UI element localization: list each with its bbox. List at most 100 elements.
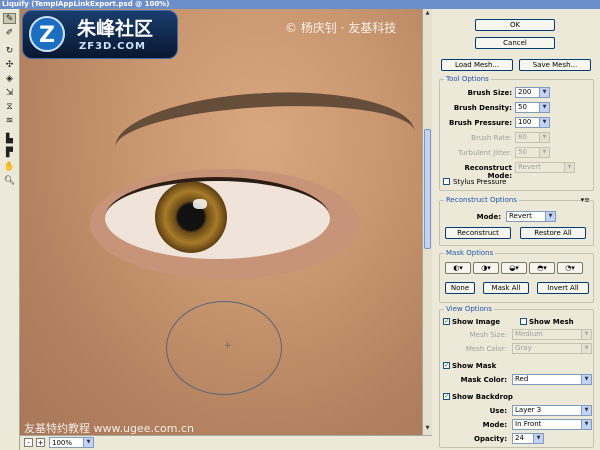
eye-highlight [193,199,207,209]
reconstruct-mode-select: Revert ▼ [515,162,575,173]
opacity-field[interactable]: 24 ▼ [512,433,544,444]
mask-options-section: Mask Options ◐▾ ◑▾ ◒▾ ◓▾ ◔▾ None Mask Al… [439,249,594,303]
brush-density-value: 50 [518,103,527,111]
bloat-icon[interactable]: ◈ [3,73,16,84]
freeze-mask-icon[interactable]: ▙ [3,133,16,144]
vertical-scrollbar[interactable]: ▲ ▼ [422,9,432,435]
window-title: Liquify (TempIAppLinkExport.psd @ 100%) [0,0,600,9]
brush-pressure-value: 100 [518,118,532,126]
brush-size-field[interactable]: 200 ▼ [515,87,550,98]
reconstruct-mode-dropdown[interactable]: Revert ▼ [506,211,556,222]
reconstruct-options-section: Reconstruct Options ▾≡ Mode: Revert ▼ Rec… [439,196,594,246]
zoom-value: 100% [52,439,73,447]
stylus-pressure-checkbox[interactable] [443,178,450,185]
mask-color-select[interactable]: Red ▼ [512,374,592,385]
show-mask-label: Show Mask [452,362,497,370]
invert-all-button[interactable]: Invert All [537,282,589,294]
show-backdrop-checkbox[interactable]: ✓ [443,393,450,400]
chevron-down-icon: ▼ [581,344,591,353]
zoom-out-button[interactable]: - [24,438,33,447]
restore-all-button[interactable]: Restore All [520,227,586,239]
mask-invert-icon[interactable]: ◔▾ [557,262,583,274]
pucker-icon[interactable]: ✣ [3,59,16,70]
watermark-url: 友基特约教程 www.ugee.com.cn [24,422,194,435]
stylus-pressure-label: Stylus Pressure [453,178,507,186]
mesh-color-select: Gray ▼ [512,343,592,354]
chevron-down-icon[interactable]: ▼ [545,212,555,221]
mask-intersect-icon[interactable]: ◓▾ [529,262,555,274]
show-backdrop-label: Show Backdrop [452,393,513,401]
zoom-in-button[interactable]: + [36,438,45,447]
iris [155,181,227,253]
logo-text: 朱峰社区 [77,18,154,40]
logo-badge: Z [29,16,65,52]
zoom-select[interactable]: 100% ▼ [49,437,94,448]
turbulent-jitter-value: 50 [518,148,527,156]
reconstruct-icon[interactable]: ✐ [3,27,16,38]
mode-label: Mode: [476,213,501,221]
chevron-down-icon[interactable]: ▼ [539,103,549,112]
watermark-logo: Z 朱峰社区 ZF3D.COM [22,10,178,59]
load-mesh-button[interactable]: Load Mesh... [441,59,513,71]
mask-replace-icon[interactable]: ◐▾ [445,262,471,274]
chevron-down-icon: ▼ [539,133,549,142]
cancel-button[interactable]: Cancel [475,37,555,49]
section-title: Tool Options [444,75,491,83]
turbulent-jitter-label: Turbulent Jitter: [458,149,512,157]
hand-icon[interactable]: ✋ [3,161,16,172]
mirror-icon[interactable]: ⧖ [3,101,16,112]
scroll-down-icon[interactable]: ▼ [424,425,431,433]
show-image-checkbox[interactable]: ✓ [443,318,450,325]
chevron-down-icon[interactable]: ▼ [533,434,543,443]
chevron-down-icon: ▼ [564,163,574,172]
brush-rate-field: 80 ▼ [515,132,550,143]
chevron-down-icon[interactable]: ▼ [581,375,591,384]
mesh-color-label: Mesh Color: [465,345,507,353]
mask-add-icon[interactable]: ◑▾ [473,262,499,274]
chevron-down-icon: ▼ [581,330,591,339]
show-mesh-checkbox[interactable] [520,318,527,325]
mesh-size-label: Mesh Size: [469,331,507,339]
backdrop-layer-select[interactable]: Layer 3 ▼ [512,405,592,416]
mask-none-button[interactable]: None [445,282,475,294]
chevron-down-icon[interactable]: ▼ [581,406,591,415]
brush-size-label: Brush Size: [467,89,512,97]
use-label: Use: [489,407,507,415]
mask-color-value: Red [515,375,529,383]
zoom-icon[interactable]: 🔍︎ [3,175,16,186]
opacity-label: Opacity: [474,435,507,443]
twirl-icon[interactable]: ↻ [3,45,16,56]
use-value: Layer 3 [515,406,542,414]
push-left-icon[interactable]: ⇲ [3,87,16,98]
chevron-down-icon[interactable]: ▼ [539,88,549,97]
chevron-down-icon[interactable]: ▼ [539,118,549,127]
reconstruct-button[interactable]: Reconstruct [445,227,511,239]
chevron-down-icon[interactable]: ▼ [581,420,591,429]
mesh-color-value: Gray [515,344,532,352]
show-mask-checkbox[interactable]: ✓ [443,362,450,369]
backdrop-mode-select[interactable]: In Front ▼ [512,419,592,430]
thaw-mask-icon[interactable]: ▛ [3,147,16,158]
mask-subtract-icon[interactable]: ◒▾ [501,262,527,274]
preview-canvas[interactable]: + [20,9,422,435]
status-bar: - + 100% ▼ [20,435,432,450]
brush-pressure-field[interactable]: 100 ▼ [515,117,550,128]
show-mesh-label: Show Mesh [529,318,574,326]
save-mesh-button[interactable]: Save Mesh... [519,59,591,71]
ok-button[interactable]: OK [475,19,555,31]
logo-domain: ZF3D.COM [79,41,146,52]
options-panel: OK Cancel Load Mesh... Save Mesh... Tool… [433,9,600,450]
tool-options-section: Tool Options Brush Size: 200 ▼ Brush Dens… [439,75,594,191]
section-title: Reconstruct Options [444,196,519,204]
turbulence-icon[interactable]: ≋ [3,115,16,126]
brush-rate-label: Brush Rate: [471,134,512,142]
tool-palette: ✎ ✐ ↻ ✣ ◈ ⇲ ⧖ ≋ ▙ ▛ ✋ 🔍︎ [0,9,20,450]
mask-all-button[interactable]: Mask All [483,282,529,294]
section-menu-icon[interactable]: ▾≡ [580,196,590,204]
forward-warp-icon[interactable]: ✎ [3,13,16,24]
brush-density-field[interactable]: 50 ▼ [515,102,550,113]
scroll-up-icon[interactable]: ▲ [424,10,431,18]
scroll-thumb[interactable] [424,129,431,249]
chevron-down-icon: ▼ [83,438,93,447]
brush-size-value: 200 [518,88,532,96]
